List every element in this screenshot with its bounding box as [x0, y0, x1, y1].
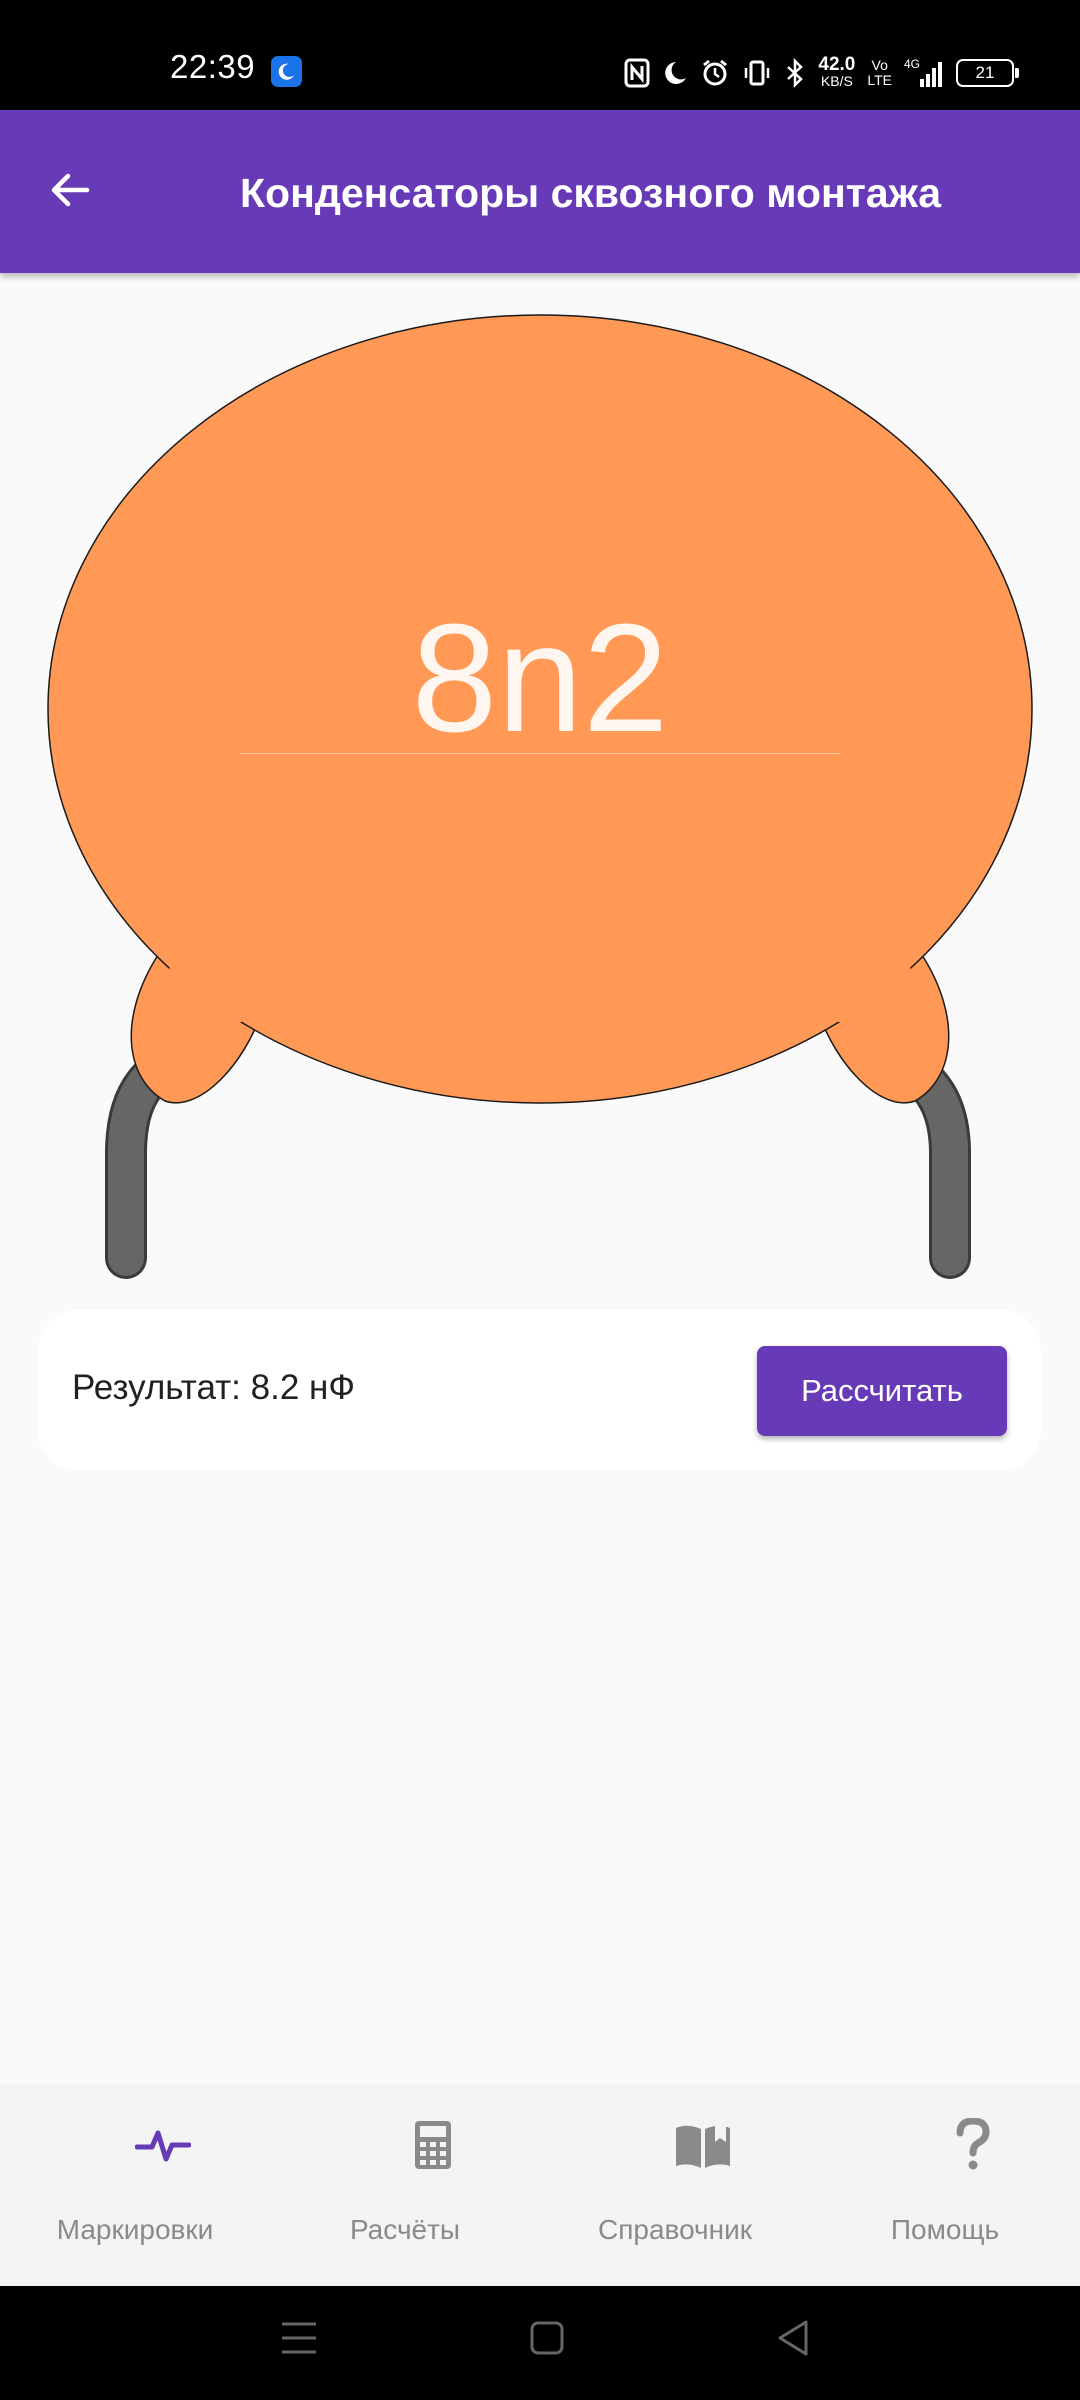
status-time: 22:39 [170, 48, 256, 85]
status-bar: 22:39 42.0 KB/S Vo LTE 4G 21 [0, 0, 1080, 110]
page-title: Конденсаторы сквозного монтажа [240, 170, 942, 216]
marking-input[interactable] [240, 603, 840, 754]
nav-item-markings[interactable]: Маркировки [0, 2084, 270, 2286]
pulse-icon [134, 2130, 191, 2162]
result-card: Результат: 8.2 нФ Рассчитать [38, 1310, 1041, 1470]
menu-icon[interactable] [280, 2318, 318, 2358]
alarm-icon [703, 59, 728, 86]
calculate-button[interactable]: Рассчитать [757, 1346, 1007, 1436]
result-text: Результат: 8.2 нФ [72, 1368, 355, 1407]
nav-icon-container [81, 2104, 244, 2186]
nav-item-reference[interactable]: Справочник [540, 2084, 810, 2286]
signal-icon: 4G [904, 57, 942, 87]
nav-icon-container [891, 2104, 1054, 2186]
nav-label: Расчёты [349, 2214, 461, 2245]
home-icon[interactable] [529, 2318, 565, 2358]
battery-icon: 21 [956, 59, 1019, 87]
network-type: 4G [904, 57, 920, 71]
nav-item-calculations[interactable]: Расчёты [270, 2084, 540, 2286]
nfc-icon [624, 58, 650, 88]
nav-label: Маркировки [56, 2214, 214, 2245]
app-bar: Конденсаторы сквозного монтажа [0, 110, 1080, 273]
volte-top: Vo [871, 57, 888, 73]
back-button[interactable] [30, 150, 110, 230]
system-navigation-bar [0, 2286, 1080, 2400]
question-icon [956, 2118, 990, 2170]
nav-icon-container [621, 2104, 784, 2186]
calculator-icon [414, 2121, 451, 2169]
vibrate-icon [745, 60, 770, 86]
nav-label: Справочник [598, 2214, 752, 2245]
volte-bottom: LTE [867, 72, 892, 88]
nav-label: Помощь [890, 2214, 1000, 2245]
battery-level: 21 [975, 63, 995, 82]
capacitor-illustration [47, 314, 1033, 1279]
book-icon [675, 2121, 730, 2168]
capacitor-view [0, 273, 1080, 1303]
nav-item-help[interactable]: Помощь [810, 2084, 1080, 2286]
network-speed-value: 42.0 [818, 54, 856, 75]
back-triangle-icon[interactable] [775, 2318, 811, 2358]
network-speed-unit: KB/S [820, 73, 853, 89]
nav-icon-container [351, 2104, 514, 2186]
network-speed: 42.0 KB/S [818, 54, 856, 90]
arrow-left-icon [51, 173, 90, 207]
volte-indicator: Vo LTE [867, 58, 892, 88]
bottom-navigation: Маркировки Расчёты Справочник Помощь [0, 2084, 1080, 2286]
moon-icon [665, 62, 687, 84]
focus-mode-icon [271, 56, 302, 87]
bluetooth-icon [787, 58, 804, 88]
